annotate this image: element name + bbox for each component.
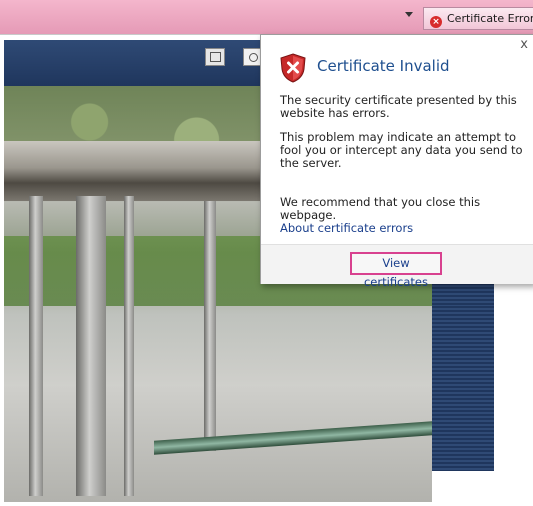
certificate-invalid-popup: x Certificate Invalid The security certi… [260,34,533,289]
popup-footer: View certificates [261,244,533,289]
security-warning-text: This problem may indicate an attempt to … [280,130,523,170]
door-pillar [29,196,43,496]
door-pillar [204,201,216,451]
side-panel-strip [432,306,494,471]
address-bar: × Certificate Error [0,0,533,35]
close-icon[interactable]: x [520,37,528,52]
error-x-icon: × [430,16,442,28]
recommendation-text: We recommend that you close this webpage… [280,195,481,222]
address-dropdown-icon[interactable] [405,12,413,17]
popup-title: Certificate Invalid [317,57,450,75]
about-certificate-errors-link[interactable]: About certificate errors [280,221,413,235]
fullscreen-icon[interactable] [205,48,225,66]
view-certificates-button[interactable]: View certificates [350,252,442,289]
shield-error-icon [280,53,306,83]
certificate-error-text: The security certificate presented by th… [280,93,517,120]
certificate-error-label: Certificate Error [447,12,533,25]
door-pillar [76,196,106,496]
certificate-error-button[interactable]: × Certificate Error [423,7,533,30]
door-pillar [124,196,134,496]
